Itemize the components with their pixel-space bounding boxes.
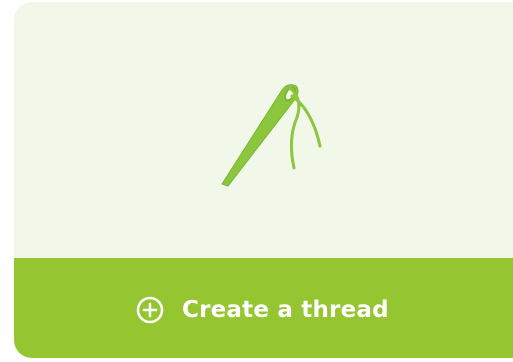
card-footer: Create a thread (14, 258, 513, 358)
create-thread-button[interactable]: Create a thread (136, 294, 389, 326)
card-illustration-area (14, 2, 513, 258)
create-thread-label: Create a thread (182, 297, 389, 323)
create-thread-card[interactable]: Create a thread (14, 2, 513, 358)
needle-and-thread-icon (221, 84, 322, 187)
plus-circle-icon (136, 296, 164, 324)
